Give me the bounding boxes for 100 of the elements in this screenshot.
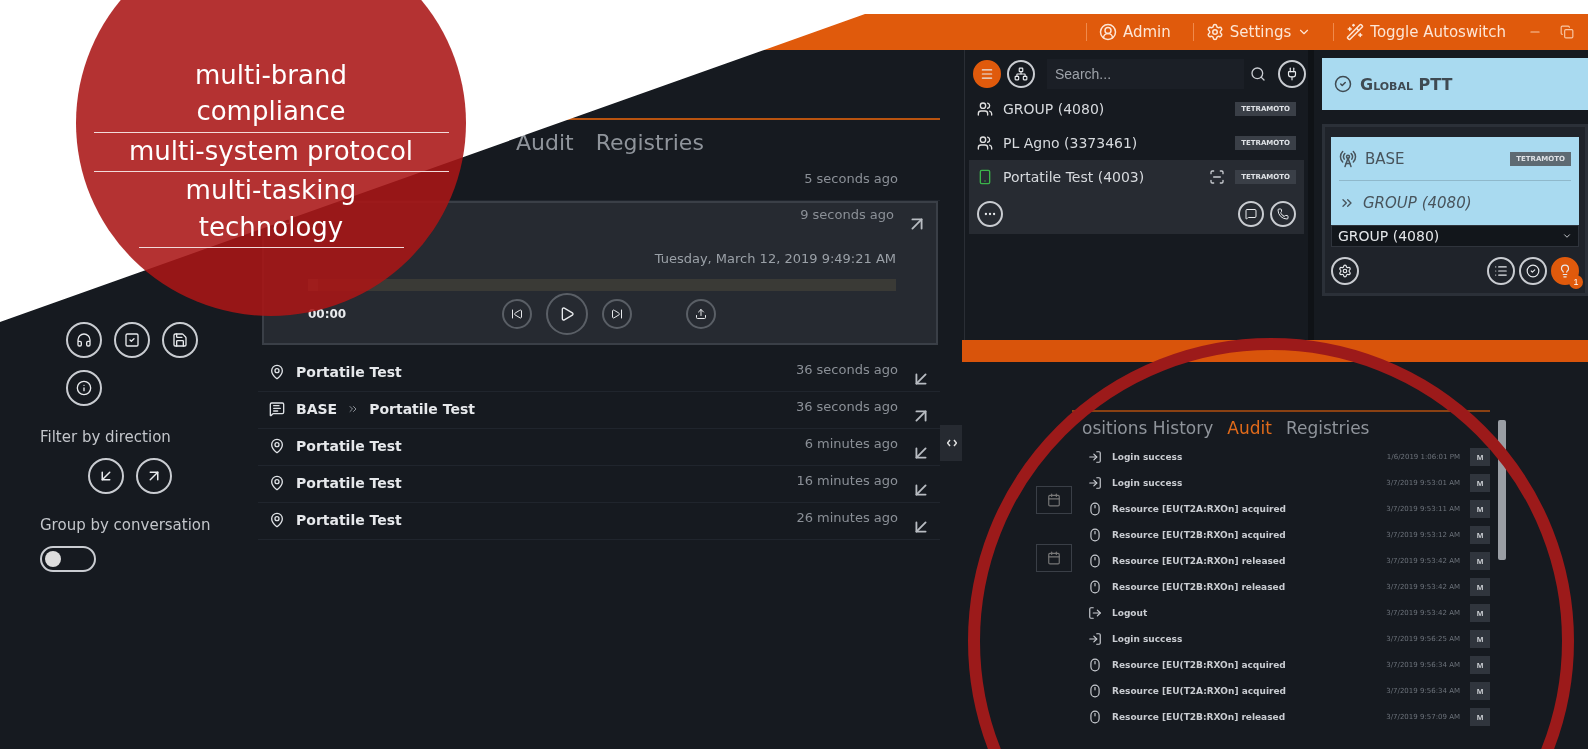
tab[interactable]: Registries bbox=[1285, 418, 1370, 438]
event-time: 16 minutes ago bbox=[796, 473, 898, 488]
login-icon bbox=[1088, 632, 1102, 646]
contact-name: PL Agno (3373461) bbox=[1003, 135, 1139, 151]
export-button[interactable] bbox=[686, 299, 716, 329]
tab[interactable]: ositions History bbox=[1082, 418, 1214, 438]
logout-icon bbox=[1088, 606, 1102, 620]
tab[interactable]: Audit bbox=[1227, 418, 1272, 438]
incoming-filter-button[interactable] bbox=[88, 458, 124, 494]
mouse-icon bbox=[1088, 528, 1102, 542]
previous-icon bbox=[511, 308, 523, 320]
map-button[interactable]: M bbox=[1470, 448, 1490, 466]
map-button[interactable]: M bbox=[1470, 630, 1490, 648]
previous-button[interactable] bbox=[502, 299, 532, 329]
settings-icon bbox=[1338, 264, 1352, 278]
mouse-icon bbox=[1088, 710, 1102, 724]
map-pin-icon bbox=[269, 475, 285, 491]
date-field[interactable] bbox=[1036, 486, 1072, 514]
tab[interactable]: Audit bbox=[516, 129, 574, 155]
message-icon bbox=[1245, 208, 1257, 220]
event-target: Portatile Test bbox=[296, 512, 402, 528]
headphones-button[interactable] bbox=[66, 322, 102, 358]
map-button[interactable]: M bbox=[1470, 708, 1490, 726]
locate-icon[interactable] bbox=[1209, 169, 1226, 185]
map-button[interactable]: M bbox=[1470, 604, 1490, 622]
event-time: 36 seconds ago bbox=[795, 399, 898, 414]
group-label: Group by conversation bbox=[40, 516, 212, 534]
search-icon bbox=[1250, 66, 1266, 82]
event-time: 6 minutes ago bbox=[804, 436, 898, 451]
phone-icon bbox=[1277, 208, 1289, 220]
tree-view-button[interactable] bbox=[1007, 60, 1035, 88]
settings-button[interactable] bbox=[1331, 257, 1359, 285]
station-target: GROUP (4080) bbox=[1363, 194, 1472, 212]
scrollbar[interactable] bbox=[1498, 420, 1506, 560]
tree-icon bbox=[1014, 67, 1028, 81]
event-time: 36 seconds ago bbox=[795, 362, 898, 377]
global-ptt-label: Global PTT bbox=[1360, 74, 1453, 94]
map-button[interactable]: M bbox=[1470, 526, 1490, 544]
plug-button[interactable] bbox=[1278, 60, 1306, 88]
check-icon bbox=[1334, 75, 1352, 93]
event-target: Portatile Test bbox=[369, 401, 475, 417]
mouse-icon bbox=[1088, 554, 1102, 568]
event-target: Portatile Test bbox=[296, 475, 402, 491]
info-button[interactable] bbox=[66, 370, 102, 406]
audit-text: Resource [EU(T2B:RXOn] acquired bbox=[1112, 530, 1287, 540]
audit-text: Resource [EU(T2B:RXOn] released bbox=[1112, 582, 1287, 592]
user-icon bbox=[1098, 23, 1117, 41]
audit-text: Logout bbox=[1112, 608, 1149, 618]
play-button[interactable] bbox=[546, 293, 588, 335]
event-time: 9 seconds ago bbox=[800, 207, 894, 222]
more-button[interactable] bbox=[977, 201, 1003, 227]
event-source: BASE bbox=[296, 401, 338, 417]
collapse-button[interactable] bbox=[940, 425, 964, 461]
station-name: BASE bbox=[1365, 149, 1406, 168]
audit-text: Resource [EU(T2A:RXOn] acquired bbox=[1112, 504, 1287, 514]
map-button[interactable]: M bbox=[1470, 552, 1490, 570]
save-icon bbox=[172, 332, 188, 348]
map-button[interactable]: M bbox=[1470, 578, 1490, 596]
group-select[interactable]: GROUP (4080) bbox=[1331, 225, 1579, 247]
audit-text: Resource [EU(T2A:RXOn] acquired bbox=[1112, 686, 1287, 696]
group-toggle[interactable] bbox=[40, 546, 96, 572]
map-pin-icon bbox=[269, 364, 285, 380]
calendar-icon bbox=[1047, 493, 1061, 507]
headphones-icon bbox=[76, 332, 92, 348]
save-button[interactable] bbox=[162, 322, 198, 358]
audit-text: Login success bbox=[1112, 452, 1184, 462]
contact-name: GROUP (4080) bbox=[1003, 101, 1106, 117]
map-button[interactable]: M bbox=[1470, 474, 1490, 492]
outgoing-filter-button[interactable] bbox=[136, 458, 172, 494]
chevrons-icon bbox=[947, 438, 957, 448]
map-button[interactable]: M bbox=[1470, 656, 1490, 674]
map-button[interactable]: M bbox=[1470, 500, 1490, 518]
audit-text: Resource [EU(T2B:RXOn] acquired bbox=[1112, 660, 1287, 670]
check-button[interactable] bbox=[1519, 257, 1547, 285]
map-button[interactable]: M bbox=[1470, 682, 1490, 700]
list-view-button[interactable] bbox=[973, 60, 1001, 88]
search-field[interactable]: Search... bbox=[1047, 59, 1244, 89]
message-button[interactable] bbox=[1238, 201, 1264, 227]
call-button[interactable] bbox=[1270, 201, 1296, 227]
group-icon bbox=[977, 101, 993, 117]
next-button[interactable] bbox=[602, 299, 632, 329]
caret-icon bbox=[1562, 231, 1572, 241]
tab[interactable]: Registries bbox=[595, 129, 704, 155]
mouse-icon bbox=[1088, 580, 1102, 594]
feature-text: multi-tasking technology bbox=[138, 172, 404, 248]
map-pin-icon bbox=[269, 512, 285, 528]
global-ptt-card[interactable]: Global PTT bbox=[1322, 58, 1588, 110]
list-icon bbox=[1494, 264, 1508, 278]
audit-text: Login success bbox=[1112, 478, 1184, 488]
count-badge: 1 bbox=[1569, 275, 1583, 289]
lightbulb-icon bbox=[1558, 264, 1572, 278]
message-icon bbox=[269, 401, 285, 417]
checkbox-button[interactable] bbox=[114, 322, 150, 358]
date-field[interactable] bbox=[1036, 544, 1072, 572]
event-time: 5 seconds ago bbox=[804, 171, 898, 186]
event-target: Portatile Test bbox=[296, 438, 402, 454]
list-button[interactable] bbox=[1487, 257, 1515, 285]
checkbox-icon bbox=[124, 332, 140, 348]
group-icon bbox=[977, 135, 993, 151]
play-icon bbox=[559, 306, 575, 322]
